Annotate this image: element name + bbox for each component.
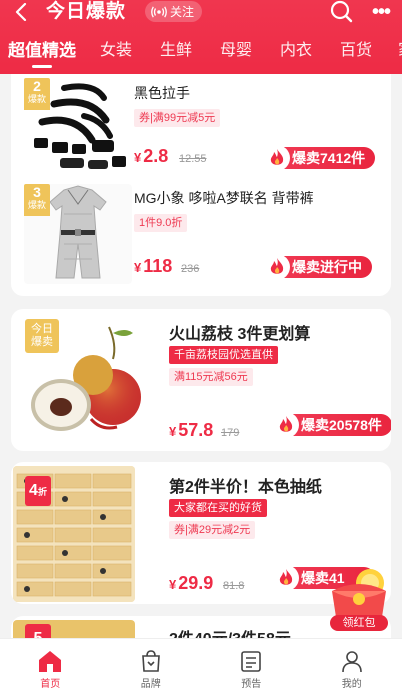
hot-sale-label: 爆卖7412件 [292, 150, 366, 166]
currency-symbol: ¥ [169, 577, 177, 592]
top-bar: 今日爆款 关注 ••• [0, 0, 402, 26]
discount-value: 4 [29, 482, 38, 499]
flame-icon [273, 565, 299, 591]
promo-tag: 大家都在买的好货 [169, 499, 267, 517]
rank-tag: 爆款 [27, 94, 46, 104]
price: ¥118 [134, 256, 172, 277]
product-name: 第2件半价！本色抽纸 [169, 479, 322, 496]
product-name: MG小象 哆啦A梦联名 背带裤 [134, 190, 314, 206]
category-tabs: 超值精选 女装 生鲜 母婴 内衣 百货 家 [0, 36, 402, 72]
currency-symbol: ¥ [134, 150, 142, 165]
price: ¥2.8 [134, 146, 168, 167]
search-icon [330, 0, 353, 23]
list-item[interactable]: 2 爆款 黑色拉手 券|满99元减5元 ¥2.8 12.55 爆卖7412件 [11, 74, 391, 180]
product-name: 黑色拉手 [134, 85, 190, 101]
tab-featured[interactable]: 超值精选 [8, 36, 76, 68]
rank-number: 3 [33, 184, 41, 200]
original-price: 81.8 [223, 580, 245, 592]
hot-sale-label: 爆卖进行中 [292, 259, 362, 275]
red-packet-label: 领红包 [342, 617, 376, 629]
price: ¥29.9 [169, 573, 213, 594]
header: 今日爆款 关注 ••• 超值精选 女装 生鲜 母婴 内衣 百货 家 [0, 0, 402, 74]
nav-preview-label: 预告 [241, 679, 262, 690]
nav-preview[interactable]: 预告 [201, 639, 302, 700]
coupon-tag: 满115元减56元 [169, 368, 253, 386]
calendar-icon [241, 651, 262, 672]
nav-home-label: 首页 [40, 679, 61, 690]
price-value: 2.8 [143, 146, 169, 166]
price-value: 57.8 [178, 420, 214, 440]
discount-unit: 折 [37, 487, 47, 497]
tab-baby[interactable]: 母婴 [216, 36, 256, 66]
tab-overflow[interactable]: 家 [396, 36, 402, 66]
discount-badge: 4折 [25, 476, 51, 506]
today-hot-badge: 今日 爆卖 [25, 319, 59, 353]
broadcast-icon [151, 5, 167, 18]
back-button[interactable] [8, 0, 34, 24]
rank-badge: 3 爆款 [24, 184, 50, 216]
rank-list-card: 2 爆款 黑色拉手 券|满99元减5元 ¥2.8 12.55 爆卖7412件 3… [11, 74, 391, 296]
flame-icon [264, 254, 290, 280]
more-icon: ••• [371, 0, 391, 23]
currency-symbol: ¥ [134, 260, 142, 275]
rank-number: 2 [33, 78, 41, 94]
follow-label: 关注 [170, 5, 195, 19]
nav-home[interactable]: 首页 [0, 639, 101, 700]
hot-sale-badge: 爆卖进行中 [264, 254, 372, 280]
follow-button[interactable]: 关注 [145, 1, 203, 22]
tab-womens[interactable]: 女装 [96, 36, 136, 66]
rank-badge: 2 爆款 [24, 78, 50, 110]
list-item[interactable]: 3 爆款 MG小象 哆啦A梦联名 背带裤 1件9.0折 ¥118 236 爆卖进… [11, 184, 391, 290]
bottom-nav: 首页 品牌 预告 我的 [0, 638, 402, 700]
tab-underwear[interactable]: 内衣 [276, 36, 316, 66]
coupon-tag: 券|满99元减5元 [134, 109, 221, 127]
chevron-left-icon [15, 3, 27, 21]
discount-tag: 1件9.0折 [134, 214, 188, 232]
nav-brand-label: 品牌 [140, 679, 161, 690]
page-title: 今日爆款 [46, 1, 127, 22]
flame-icon [264, 145, 290, 171]
nav-me-label: 我的 [341, 679, 362, 690]
hot-sale-label: 爆卖20578件 [301, 417, 382, 433]
search-button[interactable] [330, 0, 354, 24]
flame-icon [273, 412, 299, 438]
more-menu-button[interactable]: ••• [368, 0, 394, 24]
shopping-bag-icon [141, 650, 160, 672]
tab-general[interactable]: 百货 [336, 36, 376, 66]
nav-me[interactable]: 我的 [302, 639, 402, 700]
nav-brand[interactable]: 品牌 [101, 639, 202, 700]
currency-symbol: ¥ [169, 424, 177, 439]
red-packet-button[interactable]: 领红包 [326, 565, 392, 631]
price-value: 29.9 [178, 573, 214, 593]
rank-tag: 爆款 [27, 200, 46, 210]
original-price: 236 [181, 263, 200, 275]
hot-sale-badge: 爆卖20578件 [273, 412, 391, 438]
product-name: 火山荔枝 3件更划算 [169, 326, 311, 343]
original-price: 179 [221, 427, 240, 439]
coupon-tag: 券|满29元减2元 [169, 521, 256, 539]
user-icon [341, 651, 362, 673]
home-icon [39, 651, 62, 672]
price: ¥57.8 [169, 420, 213, 441]
tab-fresh[interactable]: 生鲜 [156, 36, 196, 66]
badge-line-2: 爆卖 [31, 336, 53, 348]
promo-tag: 千亩荔枝园优选直供 [169, 346, 278, 364]
price-value: 118 [143, 256, 173, 276]
product-card[interactable]: 今日 爆卖 火山荔枝 3件更划算 千亩荔枝园优选直供 满115元减56元 ¥57… [11, 309, 391, 451]
original-price: 12.55 [179, 153, 207, 165]
hot-sale-badge: 爆卖7412件 [264, 145, 376, 171]
badge-line-1: 今日 [31, 323, 53, 335]
